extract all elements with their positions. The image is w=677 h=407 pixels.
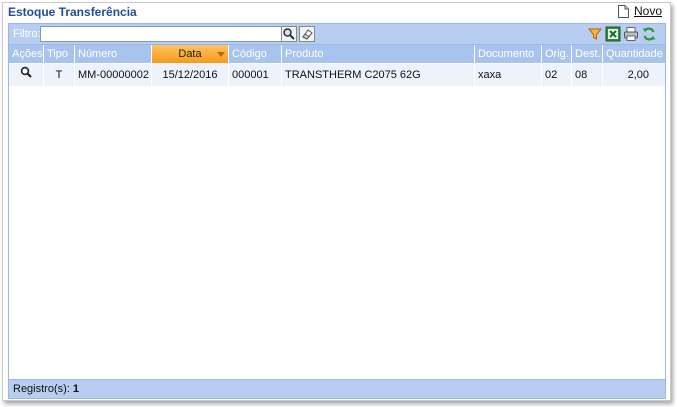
- cell-quantidade: 2,00: [627, 69, 649, 81]
- status-bar: Registro(s): 1: [9, 379, 665, 398]
- cell-codigo: 000001: [229, 64, 282, 86]
- column-header-numero[interactable]: Número: [75, 45, 152, 63]
- column-header-dest[interactable]: Dest.: [572, 45, 603, 63]
- new-button[interactable]: Novo: [617, 4, 662, 18]
- cell-data: 15/12/2016: [152, 64, 229, 86]
- refresh-icon[interactable]: [641, 26, 657, 42]
- record-count-label: Registro(s):: [13, 383, 70, 395]
- eraser-icon[interactable]: [299, 26, 315, 42]
- table-header: Ações Tipo Número Data Código Produto Do…: [9, 45, 665, 63]
- cell-dest: 08: [572, 64, 603, 86]
- cell-documento: xaxa: [475, 64, 542, 86]
- cell-tipo: T: [44, 64, 75, 86]
- sort-desc-icon: [217, 52, 225, 57]
- page-title: Estoque Transferência: [8, 5, 137, 19]
- row-actions-cell: [9, 64, 44, 86]
- record-count: 1: [72, 383, 80, 395]
- grid-panel: Filtro: Ações Tipo Número Data Código Pr…: [8, 23, 666, 399]
- column-header-produto[interactable]: Produto: [282, 45, 475, 63]
- column-header-codigo[interactable]: Código: [229, 45, 282, 63]
- column-header-orig[interactable]: Orig.: [542, 45, 572, 63]
- cell-orig: 02: [542, 64, 572, 86]
- excel-icon[interactable]: [605, 26, 621, 42]
- new-button-label: Novo: [633, 4, 662, 18]
- search-icon[interactable]: [281, 26, 297, 42]
- column-header-data[interactable]: Data: [152, 45, 229, 63]
- cell-numero: MM-00000002: [75, 64, 152, 86]
- window-frame: Estoque Transferência Novo Filtro: Ações…: [2, 2, 671, 401]
- column-header-tipo[interactable]: Tipo: [44, 45, 75, 63]
- column-header-data-label: Data: [178, 48, 202, 60]
- cell-produto: TRANSTHERM C2075 62G: [282, 64, 475, 86]
- magnifier-icon[interactable]: [20, 64, 32, 86]
- printer-icon[interactable]: [623, 26, 639, 42]
- funnel-icon[interactable]: [587, 26, 603, 42]
- filter-label: Filtro:: [13, 28, 41, 40]
- filter-input[interactable]: [40, 26, 282, 42]
- column-header-acoes[interactable]: Ações: [9, 45, 44, 63]
- document-icon: [617, 4, 629, 18]
- column-header-quantidade[interactable]: Quantidade: [603, 45, 663, 63]
- table-row[interactable]: T MM-00000002 15/12/2016 000001 TRANSTHE…: [9, 64, 665, 86]
- column-header-documento[interactable]: Documento: [475, 45, 542, 63]
- filter-toolbar: Filtro:: [9, 24, 665, 45]
